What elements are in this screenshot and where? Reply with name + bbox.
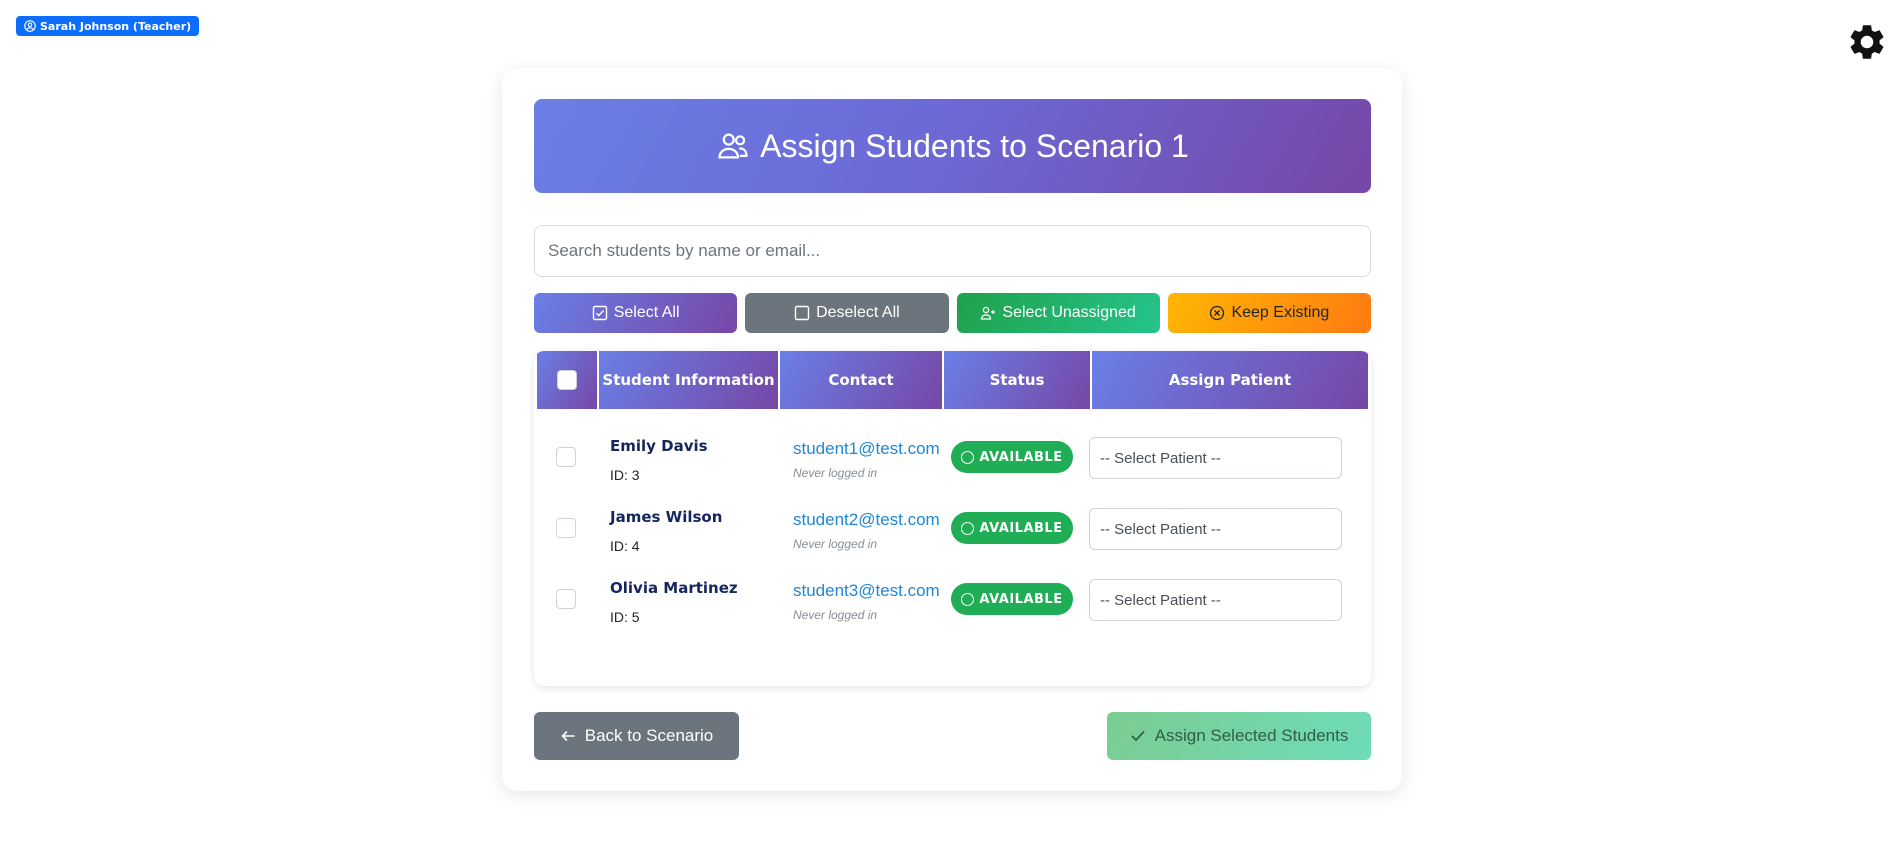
select-unassigned-label: Select Unassigned xyxy=(1002,304,1136,321)
table-row: Olivia Martinez ID: 5 student3@test.com … xyxy=(534,563,1371,649)
assign-selected-students-label: Assign Selected Students xyxy=(1154,726,1349,745)
back-to-scenario-button[interactable]: Back to Scenario xyxy=(534,712,739,760)
row-checkbox[interactable] xyxy=(556,589,576,609)
deselect-all-button[interactable]: Deselect All xyxy=(745,293,949,333)
page-header-banner: Assign Students to Scenario 1 xyxy=(534,99,1371,193)
user-plus-icon xyxy=(981,306,996,320)
student-name: Olivia Martinez xyxy=(610,579,738,597)
arrow-left-icon xyxy=(561,731,575,741)
header-assign-patient: Assign Patient xyxy=(1092,351,1368,409)
assign-selected-students-button[interactable]: Assign Selected Students xyxy=(1107,712,1371,760)
student-email[interactable]: student3@test.com xyxy=(793,581,940,601)
student-id: ID: 3 xyxy=(610,467,640,483)
select-all-label: Select All xyxy=(613,304,680,321)
header-status: Status xyxy=(944,351,1092,409)
select-unassigned-button[interactable]: Select Unassigned xyxy=(956,293,1160,333)
circle-icon xyxy=(961,592,975,606)
users-icon xyxy=(718,133,748,159)
check-icon xyxy=(1131,731,1145,742)
student-id: ID: 5 xyxy=(610,609,640,625)
gear-icon[interactable] xyxy=(1846,21,1888,63)
status-label: AVAILABLE xyxy=(979,591,1063,607)
status-badge: AVAILABLE xyxy=(951,583,1073,615)
header-contact: Contact xyxy=(780,351,944,409)
students-table: Student Information Contact Status Assig… xyxy=(534,351,1371,686)
assign-card: Assign Students to Scenario 1 Select All… xyxy=(502,68,1402,791)
user-circle-icon xyxy=(24,20,36,32)
patient-select[interactable]: -- Select Patient -- xyxy=(1089,508,1342,550)
status-label: AVAILABLE xyxy=(979,449,1063,465)
status-badge: AVAILABLE xyxy=(951,441,1073,473)
select-all-checkbox[interactable] xyxy=(557,370,577,390)
status-label: AVAILABLE xyxy=(979,520,1063,536)
patient-select[interactable]: -- Select Patient -- xyxy=(1089,437,1342,479)
back-to-scenario-label: Back to Scenario xyxy=(584,726,714,745)
select-all-button[interactable]: Select All xyxy=(534,293,738,333)
row-checkbox[interactable] xyxy=(556,447,576,467)
x-circle-icon xyxy=(1210,305,1225,321)
student-name: Emily Davis xyxy=(610,437,708,455)
checkbox-empty-icon xyxy=(794,305,810,321)
keep-existing-button[interactable]: Keep Existing xyxy=(1167,293,1371,333)
table-header: Student Information Contact Status Assig… xyxy=(537,351,1368,409)
page-title: Assign Students to Scenario 1 xyxy=(760,127,1189,164)
user-badge-label: Sarah Johnson (Teacher) xyxy=(40,19,192,33)
row-checkbox[interactable] xyxy=(556,518,576,538)
student-email[interactable]: student1@test.com xyxy=(793,439,940,459)
status-badge: AVAILABLE xyxy=(951,512,1073,544)
student-email[interactable]: student2@test.com xyxy=(793,510,940,530)
deselect-all-label: Deselect All xyxy=(816,304,900,321)
checkbox-checked-icon xyxy=(592,305,607,321)
last-login-text: Never logged in xyxy=(793,466,878,480)
user-badge: Sarah Johnson (Teacher) xyxy=(16,16,200,36)
search-input[interactable] xyxy=(534,225,1371,277)
header-student-information: Student Information xyxy=(599,351,780,409)
last-login-text: Never logged in xyxy=(793,537,878,551)
circle-icon xyxy=(961,450,975,464)
keep-existing-label: Keep Existing xyxy=(1231,304,1330,321)
patient-select[interactable]: -- Select Patient -- xyxy=(1089,579,1342,621)
circle-icon xyxy=(961,521,975,535)
student-id: ID: 4 xyxy=(610,538,640,554)
last-login-text: Never logged in xyxy=(793,608,878,622)
bulk-action-bar: Select All Deselect All Select Unassigne… xyxy=(534,293,1371,333)
header-select-cell xyxy=(537,351,599,409)
student-name: James Wilson xyxy=(610,508,723,526)
